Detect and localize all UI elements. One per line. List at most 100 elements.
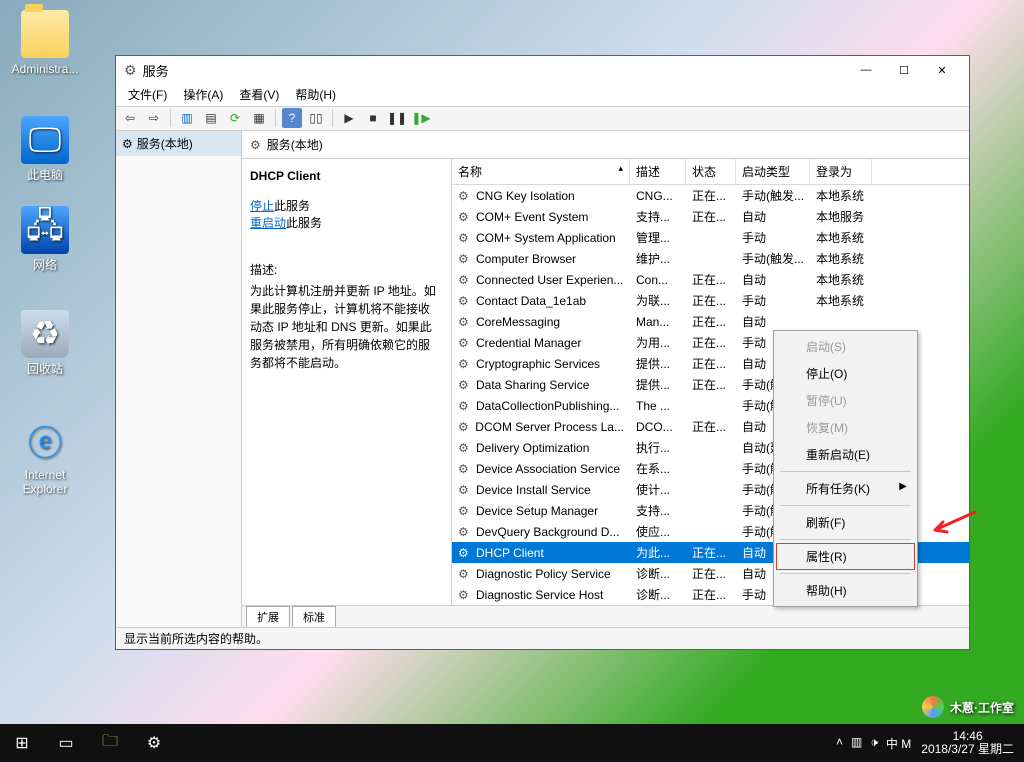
taskbar-settings[interactable]: ⚙ bbox=[132, 724, 176, 762]
context-menu: 启动(S)停止(O)暂停(U)恢复(M)重新启动(E)所有任务(K)▶刷新(F)… bbox=[773, 330, 918, 607]
minimize-button[interactable]: — bbox=[847, 56, 885, 84]
table-row[interactable]: ⚙COM+ Event System支持...正在...自动本地服务 bbox=[452, 206, 969, 227]
desktop-icon-internet-explorer[interactable]: ⓔInternetExplorer bbox=[10, 416, 80, 496]
tree-pane[interactable]: ⚙ 服务(本地) bbox=[116, 131, 242, 627]
service-icon: ⚙ bbox=[458, 462, 472, 476]
refresh-icon[interactable]: ⟳ bbox=[225, 108, 245, 128]
stop-icon[interactable]: ■ bbox=[363, 108, 383, 128]
play-icon[interactable]: ▶ bbox=[339, 108, 359, 128]
context-menu-item: 暂停(U) bbox=[776, 387, 915, 414]
window-title: 服务 bbox=[143, 61, 847, 80]
service-icon: ⚙ bbox=[458, 357, 472, 371]
tray-up-icon[interactable]: ˄ bbox=[836, 735, 843, 752]
toolbar-btn[interactable]: ▯▯ bbox=[306, 108, 326, 128]
desktop-icon-recycle-bin[interactable]: ♻回收站 bbox=[10, 310, 80, 376]
table-row[interactable]: ⚙Computer Browser维护...手动(触发...本地系统 bbox=[452, 248, 969, 269]
ime-indicator[interactable]: 中 M bbox=[886, 735, 911, 752]
separator bbox=[275, 109, 276, 127]
context-menu-item[interactable]: 所有任务(K)▶ bbox=[776, 475, 915, 502]
service-actions: 停止此服务 重启动此服务 bbox=[250, 197, 441, 231]
column-header[interactable]: 状态 bbox=[686, 159, 736, 184]
menu-item[interactable]: 操作(A) bbox=[177, 84, 229, 105]
taskbar: ⊞ ▭ 🗀 ⚙ ˄ ▥ 🕩 中 M 14:46 2018/3/27 星期二 bbox=[0, 724, 1024, 762]
service-icon: ⚙ bbox=[458, 231, 472, 245]
service-icon: ⚙ bbox=[458, 273, 472, 287]
column-header[interactable]: 名称 ▴ bbox=[452, 159, 630, 184]
menu-item[interactable]: 帮助(H) bbox=[289, 84, 342, 105]
service-icon: ⚙ bbox=[458, 483, 472, 497]
task-view-button[interactable]: ▭ bbox=[44, 724, 88, 762]
menu-separator bbox=[780, 573, 911, 574]
list-header[interactable]: 名称 ▴描述状态启动类型登录为 bbox=[452, 159, 969, 185]
tray-volume-icon[interactable]: 🕩 bbox=[870, 735, 878, 752]
separator bbox=[332, 109, 333, 127]
pane-title: 服务(本地) bbox=[267, 136, 323, 153]
separator bbox=[170, 109, 171, 127]
tab[interactable]: 扩展 bbox=[246, 606, 290, 627]
clock[interactable]: 14:46 2018/3/27 星期二 bbox=[921, 730, 1014, 756]
stop-link[interactable]: 停止 bbox=[250, 199, 274, 213]
service-icon: ⚙ bbox=[458, 567, 472, 581]
date-text: 2018/3/27 星期二 bbox=[921, 743, 1014, 756]
service-icon: ⚙ bbox=[458, 588, 472, 602]
tray-network-icon[interactable]: ▥ bbox=[851, 735, 862, 752]
desktop-icon-network[interactable]: 🖧网络 bbox=[10, 206, 80, 272]
menu-separator bbox=[780, 539, 911, 540]
watermark-logo-icon bbox=[922, 696, 944, 718]
watermark-text: 木蒽·工作室 bbox=[950, 699, 1014, 716]
forward-button[interactable]: ⇨ bbox=[144, 108, 164, 128]
tree-item-services-local[interactable]: ⚙ 服务(本地) bbox=[116, 131, 241, 156]
service-icon: ⚙ bbox=[458, 315, 472, 329]
column-header[interactable]: 登录为 bbox=[810, 159, 872, 184]
service-icon: ⚙ bbox=[458, 378, 472, 392]
submenu-arrow-icon: ▶ bbox=[899, 481, 907, 492]
tab[interactable]: 标准 bbox=[292, 606, 336, 627]
service-icon: ⚙ bbox=[458, 336, 472, 350]
desktop-icon-this-pc[interactable]: 🖵此电脑 bbox=[10, 116, 80, 182]
table-row[interactable]: ⚙COM+ System Application管理...手动本地系统 bbox=[452, 227, 969, 248]
start-button[interactable]: ⊞ bbox=[0, 724, 44, 762]
service-icon: ⚙ bbox=[458, 399, 472, 413]
maximize-button[interactable]: ☐ bbox=[885, 56, 923, 84]
export-icon[interactable]: ▦ bbox=[249, 108, 269, 128]
toolbar-btn[interactable]: ▥ bbox=[177, 108, 197, 128]
close-button[interactable]: ✕ bbox=[923, 56, 961, 84]
table-row[interactable]: ⚙Contact Data_1e1ab为联...正在...手动本地系统 bbox=[452, 290, 969, 311]
menu-separator bbox=[780, 471, 911, 472]
help-icon[interactable]: ? bbox=[282, 108, 302, 128]
toolbar-btn[interactable]: ▤ bbox=[201, 108, 221, 128]
menu-item[interactable]: 文件(F) bbox=[122, 84, 173, 105]
tree-label: 服务(本地) bbox=[137, 135, 193, 152]
table-row[interactable]: ⚙CoreMessagingMan...正在...自动 bbox=[452, 311, 969, 332]
context-menu-item: 恢复(M) bbox=[776, 414, 915, 441]
service-icon: ⚙ bbox=[458, 420, 471, 434]
desktop-icon-admin[interactable]: Administra... bbox=[10, 10, 80, 76]
column-header[interactable]: 描述 bbox=[630, 159, 686, 184]
menu-separator bbox=[780, 505, 911, 506]
pause-icon[interactable]: ❚❚ bbox=[387, 108, 407, 128]
restart-icon[interactable]: ❚▶ bbox=[411, 108, 431, 128]
titlebar: ⚙ 服务 — ☐ ✕ bbox=[116, 56, 969, 84]
context-menu-item[interactable]: 停止(O) bbox=[776, 360, 915, 387]
description-label: 描述: bbox=[250, 261, 441, 278]
table-row[interactable]: ⚙Connected User Experien...Con...正在...自动… bbox=[452, 269, 969, 290]
detail-panel: DHCP Client 停止此服务 重启动此服务 描述: 为此计算机注册并更新 … bbox=[242, 159, 452, 605]
context-menu-item[interactable]: 重新启动(E) bbox=[776, 441, 915, 468]
menu-item[interactable]: 查看(V) bbox=[233, 84, 285, 105]
toolbar: ⇦ ⇨ ▥ ▤ ⟳ ▦ ? ▯▯ ▶ ■ ❚❚ ❚▶ bbox=[116, 106, 969, 131]
back-button[interactable]: ⇦ bbox=[120, 108, 140, 128]
service-icon: ⚙ bbox=[458, 441, 472, 455]
restart-link[interactable]: 重启动 bbox=[250, 216, 286, 230]
context-menu-item[interactable]: 属性(R) bbox=[776, 543, 915, 570]
service-icon: ⚙ bbox=[458, 189, 472, 203]
tray-icons[interactable]: ˄ ▥ 🕩 中 M bbox=[836, 735, 911, 752]
table-row[interactable]: ⚙CNG Key IsolationCNG...正在...手动(触发...本地系… bbox=[452, 185, 969, 206]
service-icon: ⚙ bbox=[458, 294, 472, 308]
taskbar-file-explorer[interactable]: 🗀 bbox=[88, 724, 132, 762]
column-header[interactable]: 启动类型 bbox=[736, 159, 810, 184]
service-icon: ⚙ bbox=[458, 525, 472, 539]
service-icon: ⚙ bbox=[458, 504, 472, 518]
context-menu-item[interactable]: 刷新(F) bbox=[776, 509, 915, 536]
context-menu-item[interactable]: 帮助(H) bbox=[776, 577, 915, 604]
watermark: 木蒽·工作室 bbox=[922, 696, 1014, 718]
